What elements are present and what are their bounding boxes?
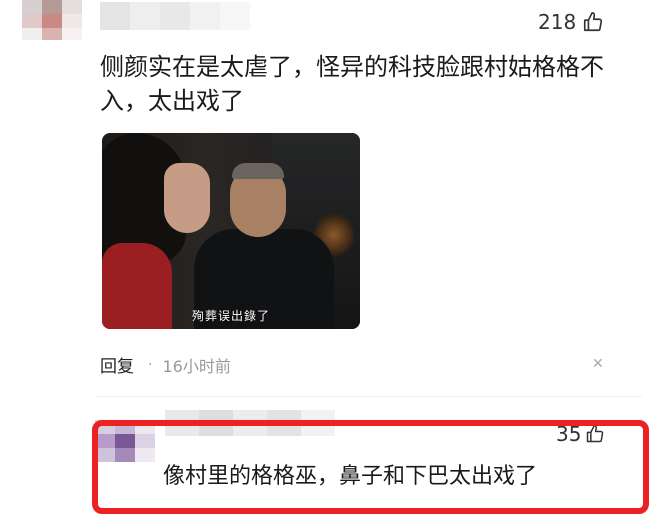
close-icon[interactable]: ✕: [592, 356, 604, 372]
username[interactable]: [100, 2, 250, 30]
avatar[interactable]: [22, 0, 82, 40]
comment-image[interactable]: 殉葬误出錄了: [102, 133, 360, 329]
video-subtitle: 殉葬误出錄了: [191, 309, 270, 323]
thumbs-up-icon: [584, 12, 603, 32]
highlight-box: [92, 420, 649, 514]
comment-text: 侧颜实在是太虐了，怪异的科技脸跟村姑格格不入，太出戏了: [100, 53, 604, 115]
timestamp: 16小时前: [162, 356, 231, 376]
divider: [96, 396, 642, 397]
reply-button[interactable]: 回复: [100, 352, 134, 377]
separator-dot: ·: [148, 356, 153, 373]
like-count: 218: [538, 10, 577, 34]
like-count-button[interactable]: 218: [538, 10, 604, 34]
comment-meta: 回复 · 16小时前: [100, 352, 231, 378]
